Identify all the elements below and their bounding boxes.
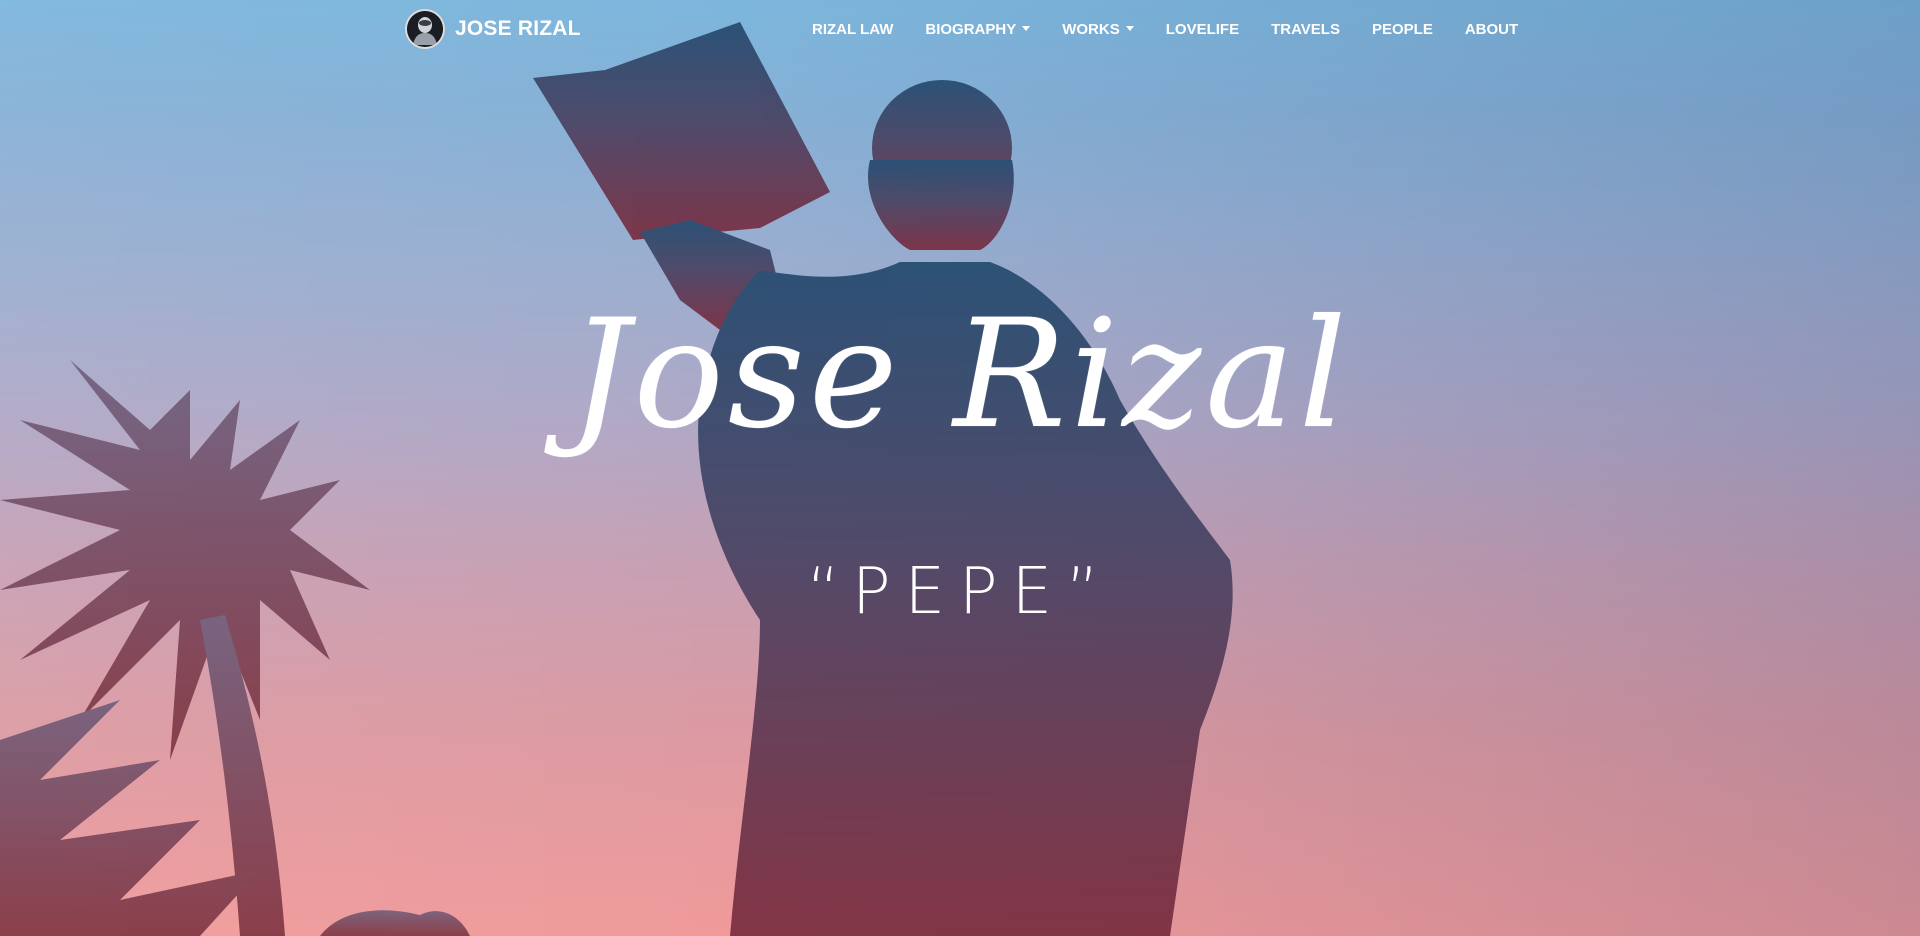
nav-label: PEOPLE	[1371, 20, 1433, 38]
hero-subtitle: “PEPE”	[806, 555, 1114, 629]
rizal-portrait-icon	[405, 9, 445, 49]
nav-item-travels[interactable]: TRAVELS	[1255, 21, 1356, 38]
hero-scene	[0, 22, 1233, 936]
caret-down-icon	[1022, 25, 1031, 31]
nav-label: ABOUT	[1464, 20, 1519, 38]
caret-down-icon	[1125, 25, 1134, 31]
nav-label: RIZAL LAW	[812, 20, 894, 38]
nav-item-about[interactable]: ABOUT	[1449, 21, 1534, 38]
statue-silhouette	[533, 22, 1233, 936]
nav-label: TRAVELS	[1271, 20, 1340, 38]
brand-link[interactable]: JOSE RIZAL	[405, 7, 581, 51]
nav-label: BIOGRAPHY	[925, 20, 1017, 38]
top-navbar: JOSE RIZAL RIZAL LAW BIOGRAPHY WORKS LOV…	[0, 0, 1920, 58]
brand-name: JOSE RIZAL	[455, 17, 581, 40]
nav-item-people[interactable]: PEOPLE	[1356, 21, 1449, 38]
hero-title: Jose Rizal	[569, 288, 1351, 462]
nav-item-lovelife[interactable]: LOVELIFE	[1150, 21, 1255, 38]
nav-label: WORKS	[1062, 20, 1120, 38]
nav-item-biography[interactable]: BIOGRAPHY	[909, 21, 1046, 38]
nav-item-rizal-law[interactable]: RIZAL LAW	[796, 21, 909, 38]
nav-item-works[interactable]: WORKS	[1046, 21, 1150, 38]
nav-label: LOVELIFE	[1165, 20, 1240, 38]
nav-menu: RIZAL LAW BIOGRAPHY WORKS LOVELIFE TRAVE…	[796, 0, 1534, 58]
